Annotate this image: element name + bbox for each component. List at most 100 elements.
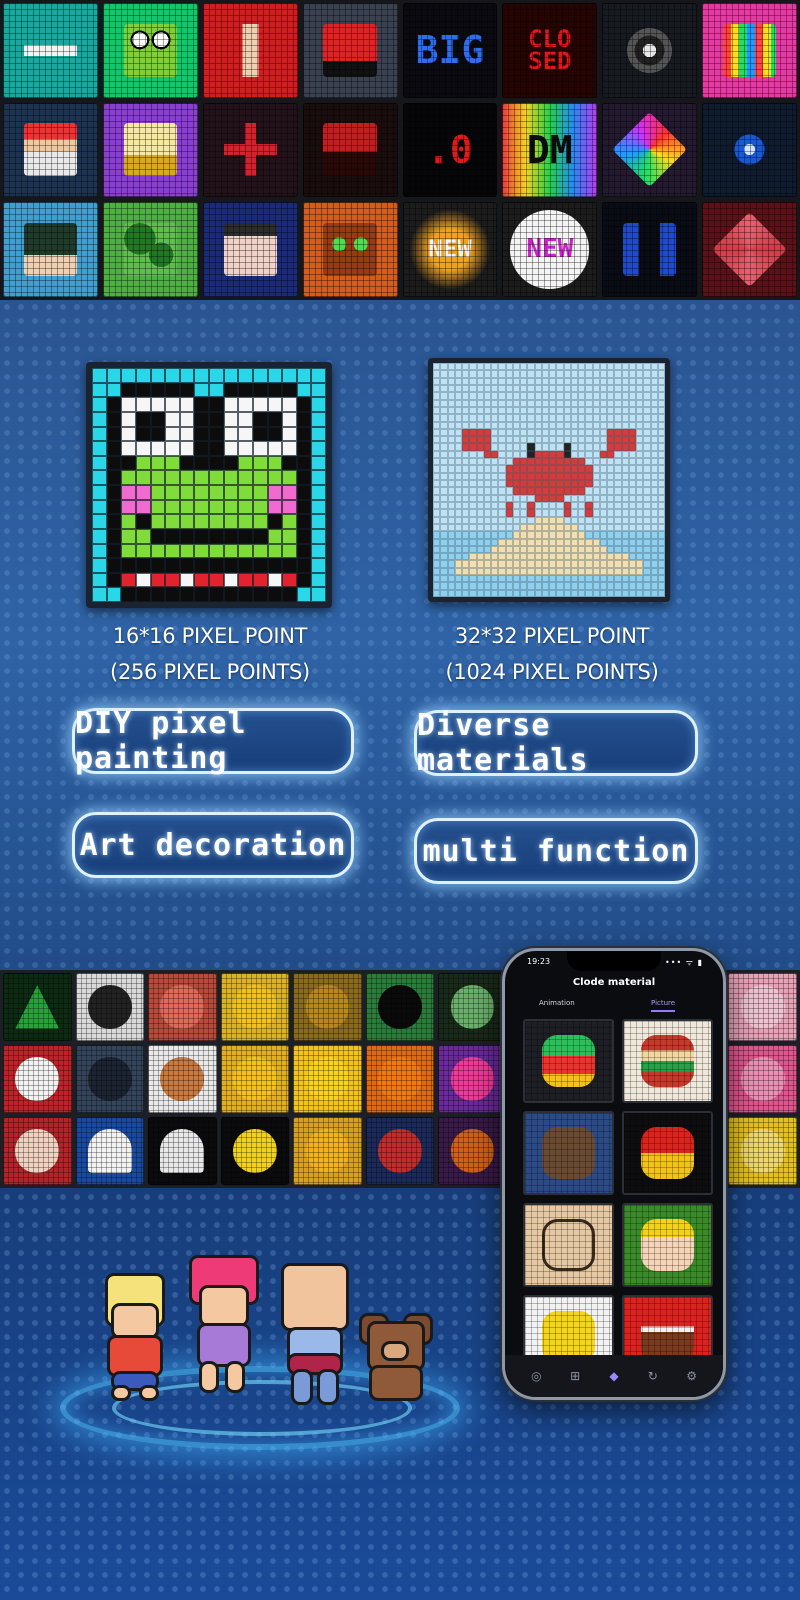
frog-face-motif xyxy=(123,23,177,77)
shirt xyxy=(110,1338,160,1374)
pixel-cell xyxy=(252,368,268,383)
red-cross-pattern-icon xyxy=(202,102,298,198)
pixel-cell xyxy=(614,553,622,561)
pixel-cell xyxy=(643,370,651,378)
pixel-cell xyxy=(282,411,297,427)
pixel-cell xyxy=(563,399,571,407)
refresh-icon[interactable]: ↻ xyxy=(645,1368,661,1384)
pixel-cell xyxy=(636,545,644,554)
pixel-cell xyxy=(585,450,593,459)
pixel-cell xyxy=(498,384,506,393)
tab-picture[interactable]: Picture xyxy=(651,999,676,1012)
pixel-cell xyxy=(462,377,470,385)
pixel-cell xyxy=(657,384,665,393)
pixel-cell xyxy=(223,514,239,529)
pixel-cell xyxy=(296,441,312,456)
pixel-cell xyxy=(512,494,520,502)
pixel-cell xyxy=(150,411,166,427)
pixel-cell xyxy=(311,485,326,500)
pixel-cell xyxy=(447,501,455,510)
pixel-cell xyxy=(614,384,622,393)
pixel-cell xyxy=(607,406,615,415)
pixel-cell xyxy=(179,411,195,427)
gingerbread-outline-icon[interactable] xyxy=(523,1203,614,1287)
pixel-cell xyxy=(556,443,564,451)
pixel-cell xyxy=(556,509,564,517)
settings-icon[interactable]: ⚙ xyxy=(684,1368,700,1384)
pixel-cell xyxy=(563,509,571,517)
pixel-cell xyxy=(505,363,513,371)
pixel-cell xyxy=(541,501,549,510)
pixel-cell xyxy=(657,560,665,568)
compass-icon[interactable]: ◎ xyxy=(528,1368,544,1384)
pixel-cell xyxy=(165,514,180,529)
pixel-cell xyxy=(476,458,484,466)
new-burst-icon: NEW xyxy=(402,202,498,297)
parrot-icon[interactable] xyxy=(523,1019,614,1103)
pixel-cell xyxy=(585,560,593,568)
pixel-cell xyxy=(252,397,268,412)
pixel-cell xyxy=(614,531,622,539)
tab-animation[interactable]: Animation xyxy=(539,999,575,1007)
pixel-cell xyxy=(549,538,557,546)
pixel-cell xyxy=(440,436,448,444)
pixel-cell xyxy=(592,458,600,466)
pixel-cell xyxy=(563,414,571,422)
pixel-cell xyxy=(592,494,600,502)
pixel-cell xyxy=(447,458,455,466)
pixel-cell xyxy=(469,450,477,459)
pixel-cell xyxy=(440,509,448,517)
pixel-cell xyxy=(498,392,506,400)
pixel-cell xyxy=(469,553,477,561)
pixel-cell xyxy=(541,450,549,459)
pixel-cell xyxy=(636,494,644,502)
pixel-cell xyxy=(563,501,571,510)
pixel-cell xyxy=(527,480,535,488)
pixel-cell xyxy=(491,589,499,597)
pixel-cell xyxy=(491,414,499,422)
pink-face-motif xyxy=(740,1057,785,1101)
paint-icon[interactable]: ◆ xyxy=(606,1368,622,1384)
pixel-cell xyxy=(92,382,107,398)
pixel-cell xyxy=(165,528,180,544)
pixel-cell xyxy=(585,363,593,371)
pixel-cell xyxy=(498,531,506,539)
elf-face-icon[interactable] xyxy=(622,1203,713,1287)
pixel-cell xyxy=(570,523,578,532)
pixel-cell xyxy=(556,589,564,597)
pixel-cell xyxy=(433,567,441,576)
leg xyxy=(320,1372,336,1402)
pixel-cell xyxy=(541,436,549,444)
pixel-cell xyxy=(165,470,180,485)
pixel-cell xyxy=(541,538,549,546)
pixel-cell xyxy=(512,480,520,488)
diy-pixel-painting-badge: DIY pixel painting xyxy=(72,706,354,776)
pixel-cell xyxy=(505,370,513,378)
grid-icon[interactable]: ⊞ xyxy=(567,1368,583,1384)
pixel-cell xyxy=(585,370,593,378)
pixel-cell xyxy=(592,472,600,480)
ornament-ball-icon[interactable] xyxy=(622,1019,713,1103)
pixel-cell xyxy=(599,523,607,532)
iron-man-icon[interactable] xyxy=(622,1111,713,1195)
pixel-cell xyxy=(179,499,195,515)
pixel-cell xyxy=(135,397,151,412)
pixel-cell xyxy=(92,558,107,573)
pixel-cell xyxy=(541,421,549,429)
pixel-cell xyxy=(476,567,484,576)
pixel-cell xyxy=(657,509,665,517)
rainbow-diamond-motif xyxy=(612,112,688,188)
pixel-cell xyxy=(599,414,607,422)
pixel-cell xyxy=(570,465,578,473)
pixel-cell xyxy=(454,392,462,400)
pixel-cell xyxy=(498,575,506,583)
pixel-cell xyxy=(657,538,665,546)
pixel-cell xyxy=(650,370,658,378)
cat-face-icon[interactable] xyxy=(523,1111,614,1195)
red-diamond-icon xyxy=(702,202,797,297)
pixel-cell xyxy=(433,472,441,480)
pixel-cell xyxy=(121,382,136,398)
pixel-cell xyxy=(483,480,491,488)
pixel-cell xyxy=(498,414,506,422)
pixel-cell xyxy=(657,465,665,473)
